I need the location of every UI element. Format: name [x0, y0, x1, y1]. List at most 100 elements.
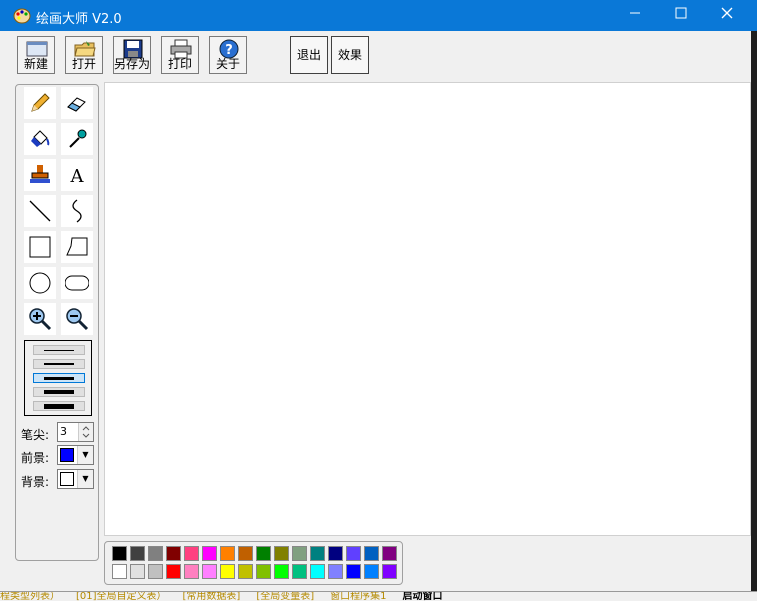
dropdown-arrow-icon: ▼ [77, 446, 93, 464]
rectangle-tool[interactable] [24, 231, 56, 263]
maximize-button[interactable] [658, 0, 704, 31]
fill-bucket-icon [31, 130, 50, 147]
minimize-icon [630, 12, 640, 14]
line-width-selector [24, 340, 92, 416]
spinner-up-down-icon [82, 426, 90, 438]
palette-color-swatch[interactable] [346, 564, 361, 579]
line-width-option-1[interactable] [33, 345, 85, 355]
text-tool[interactable]: A [61, 159, 93, 191]
foreground-swatch [60, 448, 74, 462]
foreground-label: 前景: [21, 451, 50, 465]
exit-button[interactable]: 退出 [290, 36, 328, 74]
window-title: 绘画大师 V2.0 [36, 12, 122, 27]
palette-color-swatch[interactable] [238, 546, 253, 561]
stamp-tool[interactable] [24, 159, 56, 191]
rounded-rect-icon [65, 275, 89, 291]
ellipse-icon [29, 272, 51, 294]
palette-color-swatch[interactable] [130, 546, 145, 561]
line-tool[interactable] [24, 195, 56, 227]
stamp-icon [30, 165, 50, 183]
pencil-icon [31, 93, 50, 112]
palette-color-swatch[interactable] [346, 546, 361, 561]
window-edge [751, 31, 757, 591]
line-width-option-5[interactable] [33, 401, 85, 411]
maximize-icon [675, 7, 687, 19]
app-palette-icon [13, 8, 31, 24]
line-width-option-3[interactable] [33, 373, 85, 383]
palette-color-swatch[interactable] [328, 546, 343, 561]
tool-panel: A 笔尖: 3 前景: ▼ 背景: ▼ [15, 84, 99, 561]
palette-color-swatch[interactable] [310, 564, 325, 579]
palette-color-swatch[interactable] [274, 564, 289, 579]
color-picker-tool[interactable] [61, 123, 93, 155]
close-button[interactable] [704, 0, 750, 31]
save-as-button[interactable]: 另存为 [113, 36, 151, 74]
palette-color-swatch[interactable] [292, 546, 307, 561]
print-button[interactable]: 打印 [161, 36, 199, 74]
palette-color-swatch[interactable] [130, 564, 145, 579]
zoom-in-icon [29, 308, 52, 331]
rounded-rect-tool[interactable] [61, 267, 93, 299]
palette-color-swatch[interactable] [274, 546, 289, 561]
foreground-color-select[interactable]: ▼ [57, 445, 94, 465]
palette-color-swatch[interactable] [292, 564, 307, 579]
color-picker-icon [69, 129, 87, 148]
pencil-tool[interactable] [24, 87, 56, 119]
line-width-option-4[interactable] [33, 387, 85, 397]
palette-color-swatch[interactable] [256, 564, 271, 579]
zoom-out-tool[interactable] [61, 303, 93, 335]
open-button[interactable]: 打开 [65, 36, 103, 74]
eraser-icon [67, 97, 86, 112]
about-button-label: 关于 [215, 57, 240, 71]
palette-color-swatch[interactable] [148, 564, 163, 579]
palette-color-swatch[interactable] [184, 564, 199, 579]
pen-tip-value: 3 [60, 425, 67, 438]
minimize-button[interactable] [612, 0, 658, 31]
svg-text:A: A [70, 166, 85, 187]
palette-color-swatch[interactable] [364, 546, 379, 561]
curve-icon [72, 199, 82, 223]
fill-tool[interactable] [24, 123, 56, 155]
palette-color-swatch[interactable] [148, 546, 163, 561]
new-button-label: 新建 [23, 57, 48, 71]
palette-color-swatch[interactable] [220, 564, 235, 579]
palette-color-swatch[interactable] [364, 564, 379, 579]
ellipse-tool[interactable] [24, 267, 56, 299]
palette-color-swatch[interactable] [328, 564, 343, 579]
line-width-option-2[interactable] [33, 359, 85, 369]
polygon-icon [66, 237, 88, 256]
pen-tip-label: 笔尖: [21, 428, 50, 442]
background-label: 背景: [21, 475, 50, 489]
palette-color-swatch[interactable] [256, 546, 271, 561]
zoom-in-tool[interactable] [24, 303, 56, 335]
palette-color-swatch[interactable] [202, 564, 217, 579]
palette-color-swatch[interactable] [382, 564, 397, 579]
toolbar: 新建 打开 另存为 打印 ? 关于 退出 效果 [0, 31, 751, 81]
save-as-button-label: 另存为 [114, 57, 151, 71]
dropdown-arrow-icon: ▼ [77, 470, 93, 488]
background-color-select[interactable]: ▼ [57, 469, 94, 489]
about-button[interactable]: ? 关于 [209, 36, 247, 74]
pen-tip-spinner[interactable]: 3 [57, 422, 94, 442]
palette-color-swatch[interactable] [184, 546, 199, 561]
polygon-tool[interactable] [61, 231, 93, 263]
palette-color-swatch[interactable] [238, 564, 253, 579]
palette-color-swatch[interactable] [310, 546, 325, 561]
curve-tool[interactable] [61, 195, 93, 227]
new-button[interactable]: 新建 [17, 36, 55, 74]
effect-button[interactable]: 效果 [331, 36, 369, 74]
spinner-arrows[interactable] [78, 423, 93, 441]
palette-color-swatch[interactable] [112, 546, 127, 561]
eraser-tool[interactable] [61, 87, 93, 119]
palette-color-swatch[interactable] [382, 546, 397, 561]
palette-color-swatch[interactable] [112, 564, 127, 579]
print-button-label: 打印 [167, 57, 192, 71]
palette-color-swatch[interactable] [220, 546, 235, 561]
drawing-canvas[interactable] [104, 82, 751, 536]
background-swatch [60, 472, 74, 486]
palette-color-swatch[interactable] [202, 546, 217, 561]
palette-color-swatch[interactable] [166, 564, 181, 579]
title-bar: 绘画大师 V2.0 [0, 0, 757, 31]
palette-color-swatch[interactable] [166, 546, 181, 561]
rectangle-icon [29, 236, 51, 258]
